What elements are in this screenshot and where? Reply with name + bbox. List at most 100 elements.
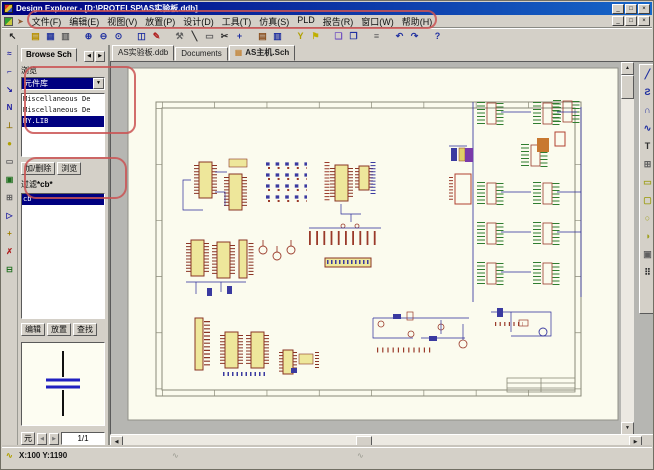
zoom-document-icon[interactable]: ⊙ [111,30,126,44]
bus-entry-icon[interactable]: ↘ [3,84,16,97]
tab-documents[interactable]: Documents [175,47,227,61]
library-1-icon[interactable]: ▤ [255,30,270,44]
directive-icon[interactable]: + [3,228,16,241]
library-item[interactable]: Miscellaneous De [22,94,104,105]
browse-panel: Browse Sch ◀ ▶ 浏览 元件库 ▼ Miscellaneous De… [18,45,110,449]
filter-label: 过滤 [21,180,37,189]
menu-tools[interactable]: 工具(T) [218,15,256,28]
sheet-symbol-icon[interactable]: ▣ [3,174,16,187]
scroll-up-button[interactable]: ▲ [621,62,634,75]
draw-arc-icon[interactable]: ∩ [641,104,654,118]
junction-icon[interactable]: ● [3,138,16,151]
net-label-icon[interactable]: N [3,102,16,115]
library-2-icon[interactable]: ▥ [270,30,285,44]
prev-page-button[interactable]: ◀ [37,433,47,445]
library-buttons: 加/删除 浏览 [21,162,105,175]
wrench-icon[interactable]: ⚒ [172,30,187,44]
unit-button[interactable]: 元 [21,432,35,445]
redo-icon[interactable]: ↷ [407,30,422,44]
scroll-down-button[interactable]: ▼ [621,422,634,435]
doc-minimize-button[interactable]: _ [612,16,624,26]
edit-button[interactable]: 编辑 [21,323,45,336]
no-erc-icon[interactable]: ✗ [3,246,16,259]
document-2-icon[interactable]: ❐ [346,30,361,44]
menu-design[interactable]: 设计(D) [179,15,218,28]
menu-file[interactable]: 文件(F) [28,15,66,28]
library-item[interactable]: MY.LIB [22,116,104,127]
schematic-canvas[interactable]: ▲ ▼ ╱ Ƨ ∩ ∿ T ⊞ ▭ ▢ ○ ◑ ▣ ⠿ [110,61,654,435]
line-tool-icon[interactable]: ╲ [187,30,202,44]
component-list: cb [21,193,105,319]
draw-rect-icon[interactable]: ▭ [641,176,654,190]
component-item[interactable]: cb [22,194,104,205]
menu-reports[interactable]: 报告(R) [319,15,358,28]
bus-icon[interactable]: ⌐ [3,66,16,79]
help-icon[interactable]: ? [430,30,445,44]
pointer-icon[interactable]: ↖ [5,30,20,44]
wire-icon[interactable]: ≈ [3,48,16,61]
sheet-entry-icon[interactable]: ⊞ [3,192,16,205]
draw-pie-icon[interactable]: ◑ [641,230,654,244]
wire-y-icon[interactable]: Y [293,30,308,44]
flag-icon[interactable]: ⚑ [308,30,323,44]
menu-place[interactable]: 放置(P) [141,15,179,28]
doc-restore-button[interactable]: □ [625,16,637,26]
draw-text-icon[interactable]: T [641,140,654,154]
rect-tool-icon[interactable]: ▭ [202,30,217,44]
menu-view[interactable]: 视图(V) [103,15,141,28]
annotate-icon[interactable]: ✎ [149,30,164,44]
save-icon[interactable]: ▦ [43,30,58,44]
app-minimize-button[interactable]: _ [612,4,624,14]
document-1-icon[interactable]: ❏ [331,30,346,44]
add-remove-button[interactable]: 加/删除 [21,162,55,175]
dropdown-arrow-icon[interactable]: ▼ [93,78,104,89]
vertical-scroll-thumb[interactable] [621,75,634,99]
find-button[interactable]: 查找 [73,323,97,336]
app-close-button[interactable]: × [638,4,650,14]
menu-pld[interactable]: PLD [293,15,319,28]
next-page-button[interactable]: ▶ [49,433,59,445]
power-port-icon[interactable]: ⊥ [3,120,16,133]
cut-icon[interactable]: ✂ [217,30,232,44]
library-item[interactable]: Miscellaneous De [22,105,104,116]
status-bar: ∿ X:100 Y:1190 ∿ ∿ [2,447,652,468]
zoom-in-icon[interactable]: ⊕ [81,30,96,44]
panel-scroll-left-button[interactable]: ◀ [84,51,94,62]
zoom-out-icon[interactable]: ⊖ [96,30,111,44]
crosshair-icon[interactable]: + [232,30,247,44]
draw-polyline-icon[interactable]: Ƨ [641,86,654,100]
menu-edit[interactable]: 编辑(E) [65,15,103,28]
draw-picture-icon[interactable]: ▣ [641,248,654,262]
draw-ellipse-icon[interactable]: ○ [641,212,654,226]
draw-textframe-icon[interactable]: ⊞ [641,158,654,172]
open-icon[interactable]: ▤ [28,30,43,44]
browse-button[interactable]: 浏览 [57,162,81,175]
title-bar: Design Explorer - [D:\PROTELSP\AS实验板.ddb… [2,2,652,15]
menu-window[interactable]: 窗口(W) [357,15,398,28]
end-tool-icon[interactable]: ⊟ [3,264,16,277]
app-restore-button[interactable]: □ [625,4,637,14]
menu-help[interactable]: 帮助(H) [398,15,437,28]
vertical-scrollbar[interactable]: ▲ ▼ [621,62,634,435]
draw-line-icon[interactable]: ╱ [641,68,654,82]
filter-value[interactable]: *cb* [37,180,53,189]
draw-roundrect-icon[interactable]: ▢ [641,194,654,208]
renumber-icon[interactable]: ≡ [369,30,384,44]
draw-array-icon[interactable]: ⠿ [641,266,654,280]
cursor-coordinates: X:100 Y:1190 [19,451,67,460]
tab-browse-sch[interactable]: Browse Sch [21,48,77,62]
place-button[interactable]: 放置 [47,323,71,336]
panel-scroll-right-button[interactable]: ▶ [95,51,105,62]
menu-simulate[interactable]: 仿真(S) [255,15,293,28]
browse-mode-dropdown[interactable]: 元件库 ▼ [21,77,105,90]
doc-close-button[interactable]: × [638,16,650,26]
print-icon[interactable]: ▥ [58,30,73,44]
tab-as-shiyanban-ddb[interactable]: AS实验板.ddb [112,45,174,61]
part-icon[interactable]: ▭ [3,156,16,169]
browse-parts-icon[interactable]: ◫ [134,30,149,44]
tab-as-zhuji-sch[interactable]: ▦AS主机.Sch [229,45,296,61]
schematic-sheet[interactable] [111,62,654,435]
undo-icon[interactable]: ↶ [392,30,407,44]
port-tool-icon[interactable]: ▷ [3,210,16,223]
draw-bezier-icon[interactable]: ∿ [641,122,654,136]
